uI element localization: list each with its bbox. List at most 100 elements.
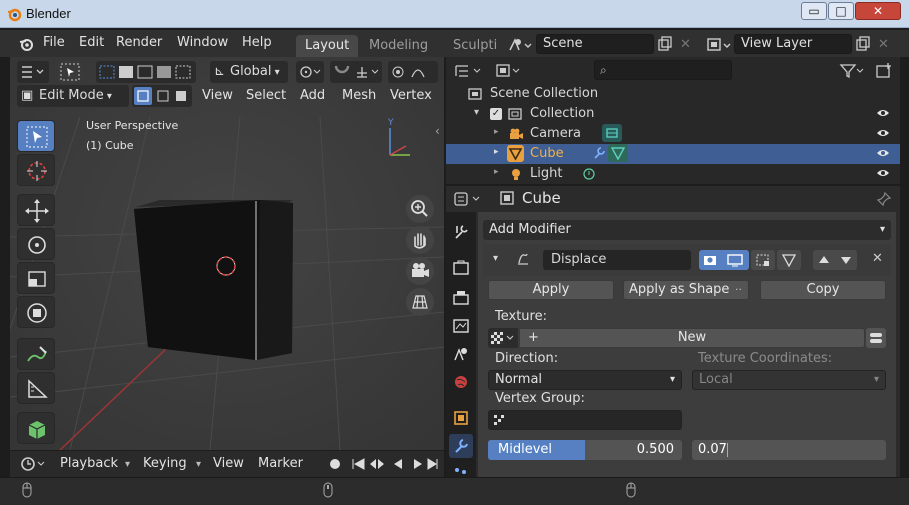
- collapse-modifier-icon[interactable]: ▾: [493, 253, 498, 264]
- tab-output-icon[interactable]: [449, 286, 473, 310]
- eye-icon[interactable]: [876, 107, 890, 119]
- strength-input[interactable]: 0.07: [692, 440, 886, 460]
- remove-view-layer-icon[interactable]: ✕: [878, 37, 889, 52]
- viewport-menu-add[interactable]: Add: [300, 88, 325, 103]
- properties-editor-type-icon[interactable]: [452, 189, 486, 209]
- playback-controls[interactable]: [326, 454, 444, 474]
- tab-particles-icon[interactable]: [449, 462, 473, 476]
- select-box-tool[interactable]: [17, 120, 55, 152]
- measure-tool[interactable]: [17, 372, 55, 404]
- menu-help[interactable]: Help: [242, 35, 272, 50]
- menu-file[interactable]: File: [43, 35, 65, 50]
- outliner-row-collection[interactable]: ▾ ✓ Collection: [446, 104, 900, 124]
- move-modifier-buttons[interactable]: [813, 250, 857, 270]
- outliner-editor-type-icon[interactable]: [452, 61, 486, 81]
- outliner-row-scene-collection[interactable]: Scene Collection: [446, 84, 900, 104]
- eye-icon[interactable]: [876, 127, 890, 139]
- sidebar-toggle-icon[interactable]: ‹: [435, 124, 440, 138]
- timeline-menu-keying[interactable]: Keying: [143, 456, 187, 471]
- minimize-button[interactable]: ▭: [801, 2, 827, 20]
- modifier-wrench-icon[interactable]: [592, 146, 606, 160]
- menu-edit[interactable]: Edit: [79, 35, 104, 50]
- copy-modifier-button[interactable]: Copy: [760, 280, 886, 300]
- select-mode-icon[interactable]: [58, 61, 82, 83]
- tab-tool-icon[interactable]: [449, 220, 473, 244]
- proportional-editing-group[interactable]: [388, 61, 438, 83]
- direction-dropdown[interactable]: Normal ▾: [488, 370, 682, 390]
- show-in-render-toggle[interactable]: [699, 250, 749, 270]
- add-modifier-dropdown[interactable]: Add Modifier ▾: [483, 220, 891, 240]
- midlevel-slider[interactable]: Midlevel 0.500: [488, 440, 682, 460]
- on-cage-toggle[interactable]: [777, 250, 801, 270]
- move-tool[interactable]: [17, 194, 55, 226]
- display-mode-icon[interactable]: [494, 61, 524, 81]
- camera-data-icon[interactable]: [602, 124, 622, 142]
- expand-arrow-icon[interactable]: ▸: [494, 127, 499, 137]
- 3d-viewport[interactable]: [10, 57, 444, 450]
- viewport-menu-vertex[interactable]: Vertex: [390, 88, 432, 103]
- mesh-data-icon[interactable]: [608, 144, 628, 162]
- outliner-row-light[interactable]: ▸ Light: [446, 164, 900, 184]
- scene-name-field[interactable]: Scene: [536, 34, 654, 54]
- timeline-menu-playback[interactable]: Playback: [60, 456, 118, 471]
- outliner-row-cube[interactable]: ▸ Cube: [446, 144, 900, 164]
- viewport-menu-mesh[interactable]: Mesh: [342, 88, 376, 103]
- snapping-group[interactable]: [330, 61, 382, 83]
- eye-icon[interactable]: [876, 147, 890, 159]
- tab-world-icon[interactable]: [449, 370, 473, 394]
- new-collection-icon[interactable]: [874, 61, 894, 81]
- filter-icon[interactable]: [838, 61, 866, 81]
- mode-dropdown[interactable]: ▣ Edit Mode ▾: [17, 85, 129, 107]
- orthographic-toggle-icon[interactable]: [406, 288, 434, 316]
- modifier-name-input[interactable]: Displace: [543, 250, 691, 270]
- editor-type-button[interactable]: [17, 61, 49, 83]
- tab-view-layer-icon[interactable]: [449, 314, 473, 338]
- apply-as-shape-button[interactable]: Apply as Shape ··: [623, 280, 749, 300]
- view-layer-selector-icon[interactable]: [706, 36, 732, 54]
- scene-selector-icon[interactable]: [507, 36, 533, 54]
- pivot-point-icon[interactable]: [296, 61, 324, 83]
- timeline-menu-marker[interactable]: Marker: [258, 456, 303, 471]
- eye-icon[interactable]: [876, 167, 890, 179]
- menu-render[interactable]: Render: [116, 35, 162, 50]
- transform-tool[interactable]: [17, 296, 55, 328]
- vertex-group-field[interactable]: [488, 410, 682, 430]
- viewport-menu-view[interactable]: View: [202, 88, 233, 103]
- expand-arrow-icon[interactable]: ▸: [494, 147, 499, 157]
- edit-mode-toggle[interactable]: [751, 250, 775, 270]
- camera-view-icon[interactable]: [406, 257, 434, 285]
- expand-arrow-icon[interactable]: ▸: [494, 167, 499, 177]
- remove-scene-icon[interactable]: ✕: [680, 37, 691, 52]
- menu-window[interactable]: Window: [177, 35, 228, 50]
- view-layer-field[interactable]: View Layer: [734, 34, 852, 54]
- tab-object-icon[interactable]: [449, 406, 473, 430]
- zoom-icon[interactable]: [406, 195, 434, 223]
- close-window-button[interactable]: ✕: [855, 2, 901, 20]
- add-cube-tool[interactable]: [17, 412, 55, 444]
- tab-modeling[interactable]: Modeling: [360, 35, 437, 57]
- texture-browse-icon[interactable]: [488, 328, 518, 348]
- checkbox-icon[interactable]: ✓: [490, 108, 502, 120]
- annotate-tool[interactable]: [17, 338, 55, 370]
- timeline-menu-view[interactable]: View: [213, 456, 244, 471]
- selection-mode-group[interactable]: [96, 61, 196, 83]
- outliner-search-input[interactable]: ⌕: [594, 60, 732, 80]
- blender-menu-icon[interactable]: [18, 36, 34, 52]
- tab-modifiers-icon[interactable]: [449, 434, 473, 458]
- mesh-select-mode-group[interactable]: [132, 85, 192, 107]
- cursor-tool[interactable]: [17, 154, 55, 186]
- scale-tool[interactable]: [17, 262, 55, 294]
- light-data-icon[interactable]: [582, 167, 596, 181]
- pan-hand-icon[interactable]: [406, 226, 434, 254]
- pin-icon[interactable]: [876, 191, 892, 207]
- tab-scene-icon[interactable]: [449, 342, 473, 366]
- new-texture-button[interactable]: + New: [519, 328, 865, 348]
- collapse-arrow-icon[interactable]: ▾: [474, 107, 479, 118]
- tab-layout[interactable]: Layout: [296, 35, 359, 57]
- tab-render-icon[interactable]: [449, 256, 473, 280]
- outliner-row-camera[interactable]: ▸ Camera: [446, 124, 900, 144]
- viewport-menu-select[interactable]: Select: [246, 88, 286, 103]
- copy-scene-icon[interactable]: [657, 36, 673, 52]
- transform-orientation-dropdown[interactable]: ⊾ Global ▾: [210, 61, 288, 83]
- remove-modifier-icon[interactable]: ✕: [872, 251, 883, 266]
